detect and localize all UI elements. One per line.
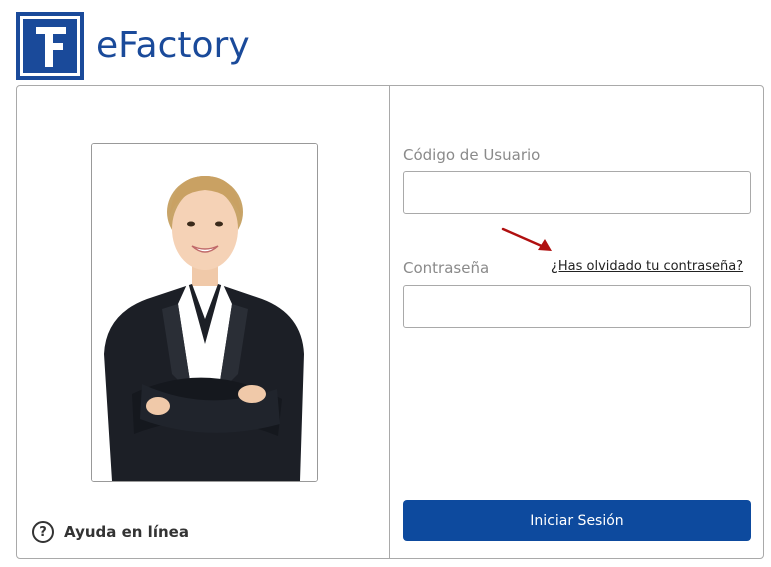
online-help-label: Ayuda en línea (64, 523, 189, 541)
login-button[interactable]: Iniciar Sesión (403, 500, 751, 541)
password-input[interactable] (403, 285, 751, 328)
forgot-password-link[interactable]: ¿Has olvidado tu contraseña? (551, 259, 743, 274)
login-card: ? Ayuda en línea Código de Usuario Contr… (16, 85, 764, 559)
woman-portrait-photo (91, 143, 318, 482)
red-arrow-icon (501, 227, 552, 251)
password-label: Contraseña (403, 259, 490, 277)
username-label: Código de Usuario (403, 146, 541, 164)
efactory-logo-icon (16, 12, 84, 80)
app-title: eFactory (96, 25, 250, 66)
username-input[interactable] (403, 171, 751, 214)
online-help-link[interactable]: ? Ayuda en línea (32, 520, 189, 544)
panel-divider (389, 86, 390, 558)
question-circle-icon: ? (32, 521, 54, 543)
